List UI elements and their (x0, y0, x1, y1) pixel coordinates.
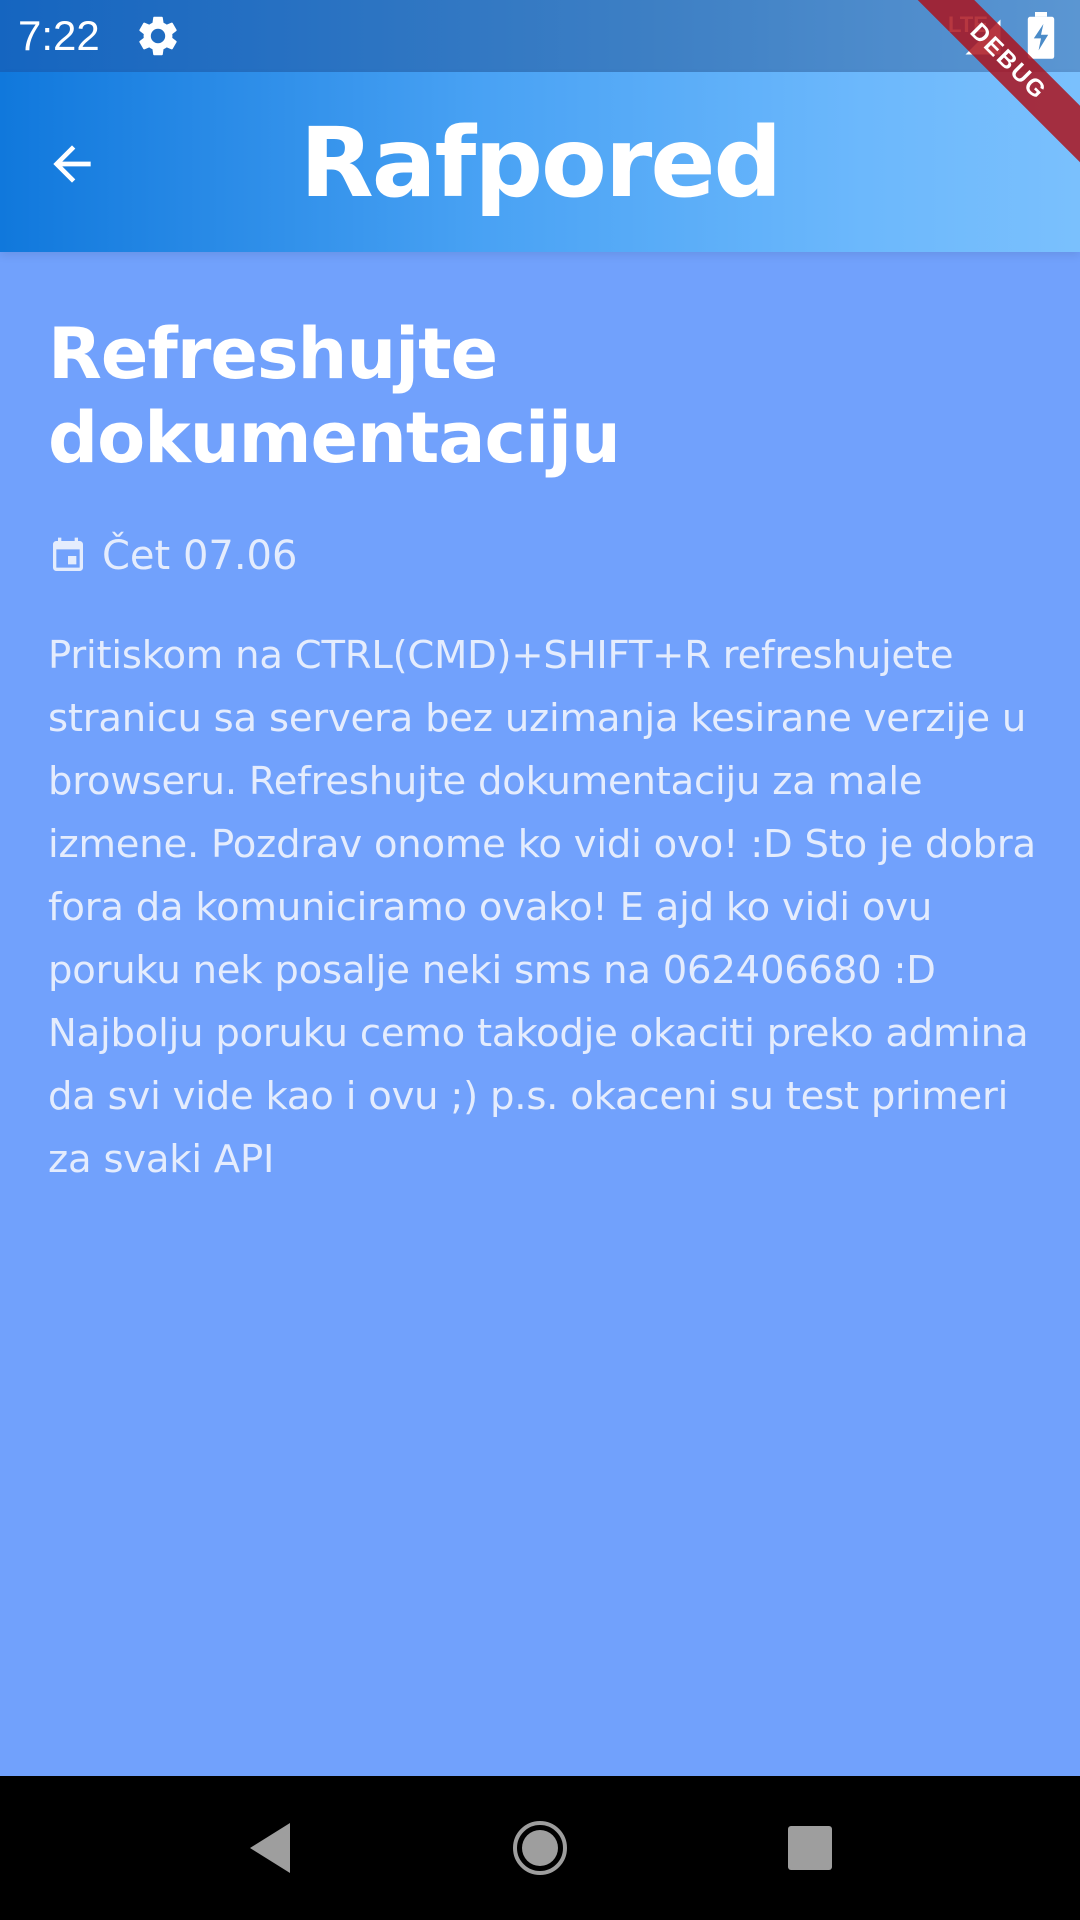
article-date-row: Čet 07.06 (48, 528, 1038, 584)
nav-home-button[interactable] (504, 1812, 576, 1884)
battery-charging-icon (1027, 12, 1055, 59)
article-body: Pritiskom na CTRL(CMD)+SHIFT+R refreshuj… (48, 633, 1036, 1182)
status-bar: 7:22 LTE (0, 0, 1080, 72)
app-title: Rafpored (299, 107, 782, 219)
calendar-icon (53, 537, 83, 571)
status-time: 7:22 (18, 12, 100, 59)
system-nav-bar (0, 1776, 1080, 1920)
article-title: Refreshujte dokumentaciju (48, 313, 621, 479)
nav-recents-button[interactable] (774, 1812, 846, 1884)
back-triangle-icon (250, 1823, 290, 1873)
nav-back-button[interactable] (234, 1812, 306, 1884)
article-content: Refreshujte dokumentaciju Čet 07.06 Prit… (48, 252, 1038, 1191)
app-bar: Rafpored (0, 72, 1080, 252)
gear-icon (139, 16, 177, 56)
home-circle-icon (513, 1821, 567, 1875)
recents-square-icon (788, 1826, 832, 1870)
signal-icon (965, 19, 1001, 55)
article-date: Čet 07.06 (102, 533, 298, 579)
